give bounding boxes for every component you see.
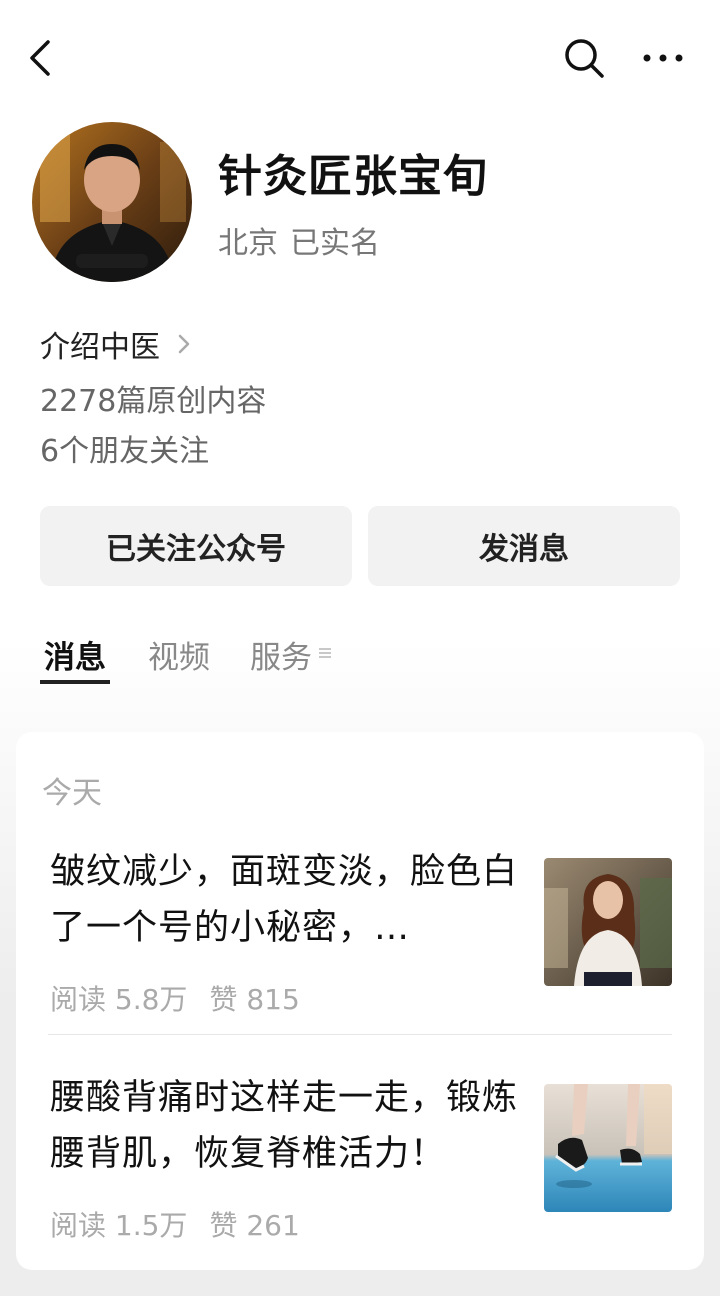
article-reads: 阅读 5.8万 bbox=[50, 983, 188, 1016]
article-item[interactable]: 皱纹减少，面斑变淡，脸色白了一个号的小秘密，… 阅读 5.8万赞 815 bbox=[48, 844, 676, 1034]
account-name: 针灸匠张宝旬 bbox=[218, 151, 488, 202]
article-thumbnail bbox=[544, 858, 672, 986]
verified-label: 已实名 bbox=[290, 226, 380, 261]
article-stats: 阅读 5.8万赞 815 bbox=[50, 978, 300, 1018]
more-horizontal-icon bbox=[643, 54, 683, 62]
menu-lines-icon bbox=[319, 648, 331, 658]
account-meta: 北京 已实名 bbox=[218, 218, 380, 262]
woman-portrait-image bbox=[544, 858, 672, 986]
search-button[interactable] bbox=[560, 34, 608, 82]
friends-following-count[interactable]: 6个朋友关注 bbox=[40, 426, 209, 470]
chevron-right-icon bbox=[178, 334, 190, 354]
article-likes: 赞 261 bbox=[209, 1209, 300, 1242]
walking-shoes-image bbox=[544, 1084, 672, 1212]
tab-services[interactable]: 服务 bbox=[250, 632, 312, 677]
followed-button[interactable]: 已关注公众号 bbox=[40, 506, 352, 586]
tab-messages[interactable]: 消息 bbox=[44, 632, 106, 677]
article-feed-card: 今天 皱纹减少，面斑变淡，脸色白了一个号的小秘密，… 阅读 5.8万赞 815 bbox=[16, 732, 704, 1270]
article-title: 腰酸背痛时这样走一走，锻炼腰背肌，恢复脊椎活力！ bbox=[50, 1078, 519, 1174]
account-location: 北京 bbox=[218, 226, 278, 261]
article-title: 皱纹减少，面斑变淡，脸色白了一个号的小秘密，… bbox=[50, 852, 519, 948]
chevron-left-icon bbox=[30, 40, 50, 76]
article-likes: 赞 815 bbox=[209, 983, 300, 1016]
back-button[interactable] bbox=[24, 36, 64, 80]
article-thumbnail bbox=[544, 1084, 672, 1212]
account-intro-link[interactable]: 介绍中医 bbox=[40, 322, 196, 366]
avatar[interactable] bbox=[32, 122, 192, 282]
article-reads: 阅读 1.5万 bbox=[50, 1209, 188, 1242]
top-bar bbox=[0, 0, 720, 118]
more-button[interactable] bbox=[638, 36, 688, 80]
search-icon bbox=[565, 39, 604, 78]
active-tab-indicator bbox=[40, 680, 110, 684]
divider bbox=[48, 1034, 672, 1035]
send-message-button[interactable]: 发消息 bbox=[368, 506, 680, 586]
section-date-label: 今天 bbox=[42, 776, 102, 811]
original-content-count: 2278篇原创内容 bbox=[40, 384, 267, 419]
intro-text: 介绍中医 bbox=[40, 330, 160, 365]
article-item[interactable]: 腰酸背痛时这样走一走，锻炼腰背肌，恢复脊椎活力！ 阅读 1.5万赞 261 bbox=[48, 1070, 676, 1242]
tab-videos[interactable]: 视频 bbox=[148, 632, 210, 677]
avatar-photo bbox=[32, 122, 192, 282]
article-stats: 阅读 1.5万赞 261 bbox=[50, 1204, 300, 1244]
